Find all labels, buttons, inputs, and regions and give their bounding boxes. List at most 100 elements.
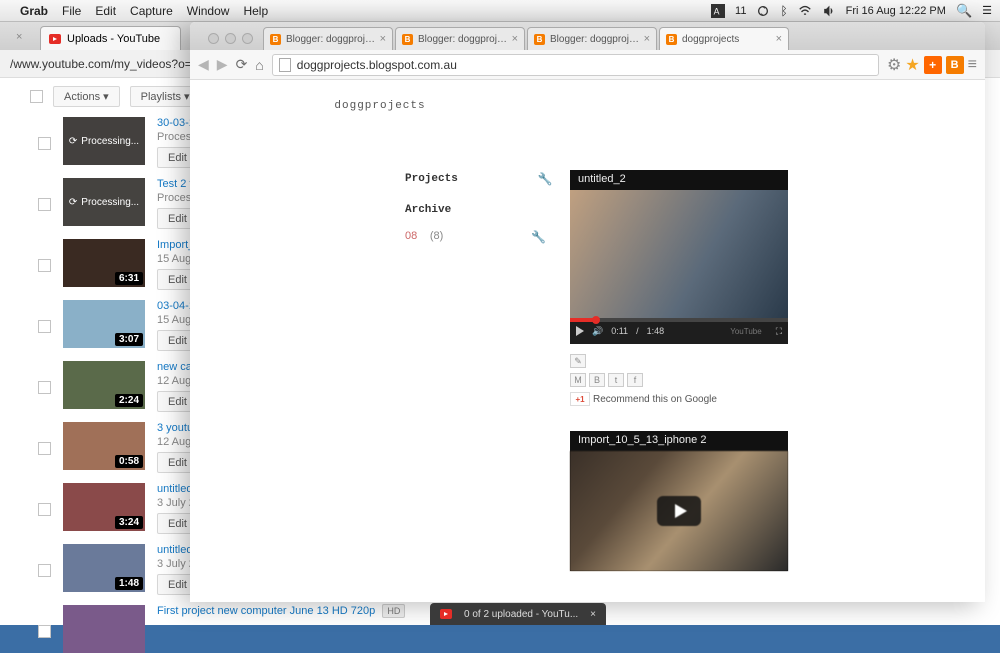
share-email-icon[interactable]: M <box>570 373 586 387</box>
fullscreen-icon[interactable]: ⛶ <box>776 326 782 337</box>
google-plus-one-button[interactable]: +1 <box>570 392 590 406</box>
actions-button[interactable]: Actions ▾ <box>53 86 120 107</box>
star-icon[interactable]: ★ <box>905 55 919 75</box>
video-thumbnail[interactable] <box>63 605 145 653</box>
video-thumbnail[interactable]: 1:48 <box>63 544 145 592</box>
sync-icon: ⟳ <box>69 197 77 208</box>
fg-url: doggprojects.blogspot.com.au <box>297 58 457 72</box>
close-tab-icon[interactable]: × <box>644 33 650 45</box>
widget-edit-icon[interactable]: 🔧 <box>531 230 546 244</box>
post-edit-icon[interactable]: ✎ <box>570 354 586 368</box>
page-icon <box>279 58 291 72</box>
reload-icon[interactable]: ⟳ <box>236 56 248 73</box>
row-checkbox[interactable] <box>38 198 51 211</box>
video-thumbnail[interactable]: 6:31 <box>63 239 145 287</box>
share-facebook-icon[interactable]: f <box>627 373 643 387</box>
browser-tab[interactable]: Bdoggprojects× <box>659 27 789 50</box>
menu-edit[interactable]: Edit <box>95 4 116 18</box>
gplus-recommend-text: Recommend this on Google <box>593 394 717 405</box>
address-bar[interactable]: doggprojects.blogspot.com.au <box>272 54 879 76</box>
volume-icon[interactable]: 🔊 <box>592 326 603 337</box>
menubar-clock[interactable]: Fri 16 Aug 12:22 PM <box>846 5 946 17</box>
row-checkbox[interactable] <box>38 503 51 516</box>
video-thumbnail[interactable]: 3:24 <box>63 483 145 531</box>
video-frame[interactable] <box>570 451 788 571</box>
video-thumbnail[interactable]: 0:58 <box>63 422 145 470</box>
fg-tab-strip: BBlogger: doggprojects – A×BBlogger: dog… <box>190 22 985 50</box>
row-checkbox[interactable] <box>38 259 51 272</box>
blog-page: doggprojects Projects 🔧 Archive 08 (8) 🔧… <box>190 80 985 602</box>
close-tab-icon[interactable]: × <box>16 31 22 43</box>
youtube-favicon-icon <box>49 34 61 44</box>
play-icon[interactable] <box>576 326 584 336</box>
adobe-icon[interactable]: A <box>711 4 725 18</box>
close-icon[interactable]: × <box>590 609 596 620</box>
close-tab-icon[interactable]: × <box>380 33 386 45</box>
archive-month[interactable]: 08 <box>405 230 417 242</box>
video-thumbnail[interactable]: ⟳Processing... <box>63 117 145 165</box>
tab-label: Blogger: doggprojects – A <box>550 34 640 45</box>
minimized-window-tab[interactable]: 0 of 2 uploaded - YouTu... × <box>430 603 606 625</box>
blog-title[interactable]: doggprojects <box>190 100 570 112</box>
gear-icon[interactable]: ⚙ <box>887 55 901 75</box>
youtube-logo-icon[interactable]: YouTube <box>730 327 761 336</box>
addthis-icon[interactable]: + <box>924 56 942 74</box>
svg-text:A: A <box>714 6 720 16</box>
embedded-video[interactable]: untitled_2 🔊 0:11 / 1:48 YouTube ⛶ <box>570 170 788 344</box>
menu-app[interactable]: Grab <box>20 4 48 18</box>
tab-label: Blogger: doggprojects – A <box>286 34 376 45</box>
close-tab-icon[interactable]: × <box>512 33 518 45</box>
share-twitter-icon[interactable]: t <box>608 373 624 387</box>
row-checkbox[interactable] <box>38 381 51 394</box>
embedded-video[interactable]: Import_10_5_13_iphone 2 <box>570 431 788 571</box>
sidebar-archive-header[interactable]: Archive <box>405 204 451 216</box>
back-icon[interactable]: ◀ <box>198 56 209 73</box>
video-frame[interactable] <box>570 190 788 318</box>
processing-overlay: ⟳Processing... <box>63 178 145 226</box>
row-checkbox[interactable] <box>38 137 51 150</box>
row-checkbox[interactable] <box>38 320 51 333</box>
close-tab-icon[interactable]: × <box>776 33 782 45</box>
mac-menubar: Grab File Edit Capture Window Help A 11 … <box>0 0 1000 22</box>
duration-badge: 3:07 <box>115 333 143 346</box>
share-blogthis-icon[interactable]: B <box>589 373 605 387</box>
menu-help[interactable]: Help <box>243 4 268 18</box>
sidebar-projects-header[interactable]: Projects <box>405 173 458 185</box>
spotlight-icon[interactable]: 🔍 <box>956 3 972 19</box>
home-icon[interactable]: ⌂ <box>255 57 263 73</box>
chrome-menu-icon[interactable]: ≡ <box>968 56 977 74</box>
bluetooth-icon[interactable]: ᛒ <box>780 4 787 18</box>
row-checkbox[interactable] <box>38 564 51 577</box>
wifi-icon[interactable] <box>798 4 812 18</box>
sync-icon[interactable] <box>756 4 770 18</box>
select-all-checkbox[interactable] <box>30 90 43 103</box>
processing-overlay: ⟳Processing... <box>63 117 145 165</box>
bg-tab-youtube[interactable]: × Uploads - YouTube <box>40 26 181 50</box>
volume-icon[interactable] <box>822 4 836 18</box>
blogger-icon[interactable]: B <box>946 56 964 74</box>
minimized-window-label: 0 of 2 uploaded - YouTu... <box>464 609 578 620</box>
menu-capture[interactable]: Capture <box>130 4 173 18</box>
video-thumbnail[interactable]: 3:07 <box>63 300 145 348</box>
menu-file[interactable]: File <box>62 4 81 18</box>
row-checkbox[interactable] <box>38 625 51 638</box>
play-icon[interactable] <box>657 496 701 526</box>
video-time-sep: / <box>636 326 639 336</box>
window-traffic-lights[interactable] <box>198 33 263 50</box>
video-title[interactable]: First project new computer June 13 HD 72… <box>157 605 375 617</box>
bg-url: /www.youtube.com/my_videos?o=U <box>10 57 200 71</box>
notifications-icon[interactable]: ☰ <box>982 4 992 17</box>
video-progress[interactable] <box>570 318 788 322</box>
menu-window[interactable]: Window <box>187 4 230 18</box>
youtube-favicon-icon <box>440 609 452 619</box>
video-thumbnail[interactable]: ⟳Processing... <box>63 178 145 226</box>
video-thumbnail[interactable]: 2:24 <box>63 361 145 409</box>
browser-tab[interactable]: BBlogger: doggprojects – A× <box>263 27 393 50</box>
chrome-window-blogger: BBlogger: doggprojects – A×BBlogger: dog… <box>190 22 985 602</box>
bg-tab-label: Uploads - YouTube <box>67 33 160 45</box>
browser-tab[interactable]: BBlogger: doggprojects – A× <box>527 27 657 50</box>
widget-edit-icon[interactable]: 🔧 <box>538 172 553 186</box>
hd-badge: HD <box>382 604 405 618</box>
row-checkbox[interactable] <box>38 442 51 455</box>
browser-tab[interactable]: BBlogger: doggprojects – A× <box>395 27 525 50</box>
